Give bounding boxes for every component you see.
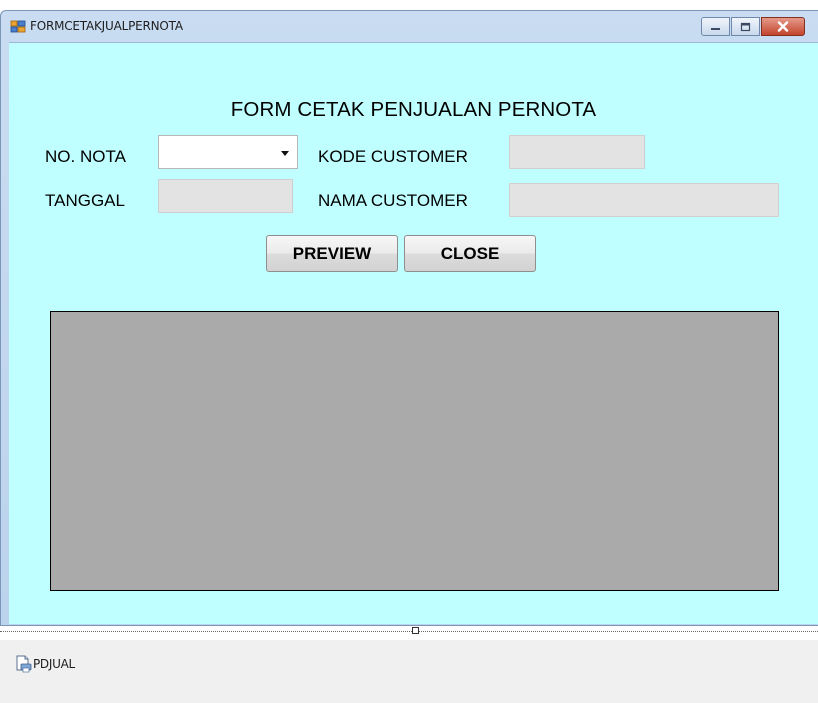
tray-item-label: PDJUAL	[33, 657, 75, 671]
print-document-icon	[16, 655, 32, 673]
component-tray: PDJUAL	[0, 640, 818, 703]
preview-button[interactable]: PREVIEW	[266, 235, 398, 272]
no-nota-label: NO. NOTA	[45, 147, 126, 166]
window-title: FORMCETAKJUALPERNOTA	[30, 19, 183, 33]
tanggal-label: TANGGAL	[45, 191, 125, 210]
maximize-icon	[740, 22, 751, 31]
close-button[interactable]: CLOSE	[404, 235, 536, 272]
minimize-icon	[711, 27, 720, 30]
designer-canvas: { "window": { "title": "FORMCETAKJUALPER…	[0, 0, 818, 703]
kode-customer-field[interactable]	[509, 135, 645, 169]
chevron-down-icon[interactable]	[281, 151, 289, 156]
maximize-button[interactable]	[731, 17, 760, 36]
resize-handle[interactable]	[412, 627, 419, 634]
form-window: FORMCETAKJUALPERNOTA FORM CETAK PENJUALA…	[0, 10, 818, 626]
report-viewer[interactable]	[50, 311, 779, 591]
close-icon	[777, 21, 789, 32]
tanggal-field[interactable]	[158, 179, 293, 213]
window-controls	[701, 17, 806, 37]
close-window-button[interactable]	[761, 17, 805, 36]
minimize-button[interactable]	[701, 17, 730, 36]
form-designer-divider	[0, 631, 818, 632]
nama-customer-field[interactable]	[509, 183, 779, 217]
no-nota-combobox[interactable]	[158, 135, 298, 169]
form-client-area: FORM CETAK PENJUALAN PERNOTA NO. NOTA KO…	[9, 42, 818, 624]
title-bar[interactable]: FORMCETAKJUALPERNOTA	[1, 11, 818, 43]
nama-customer-label: NAMA CUSTOMER	[318, 191, 468, 210]
kode-customer-label: KODE CUSTOMER	[318, 147, 468, 166]
form-heading: FORM CETAK PENJUALAN PERNOTA	[230, 98, 597, 121]
app-form-icon	[10, 20, 26, 33]
